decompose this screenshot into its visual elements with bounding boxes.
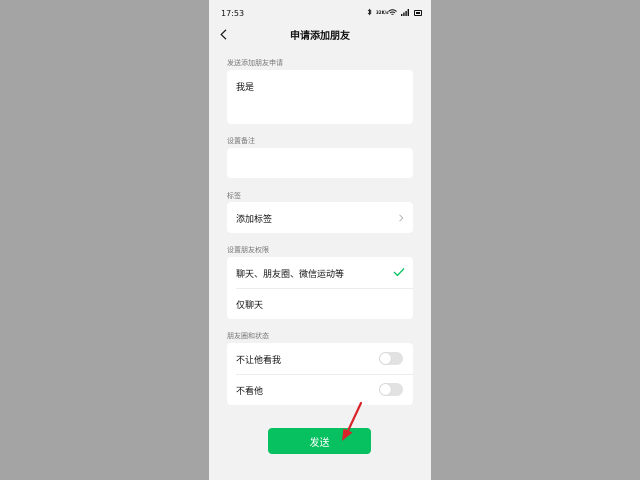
nav-bar: 申请添加朋友 (209, 24, 431, 44)
page-title: 申请添加朋友 (290, 31, 350, 42)
remark-input[interactable] (227, 148, 413, 178)
phone-screen: 17:53 32K/s 申请添加朋友 发送添加朋友申请 我是 设置备注 标签 添… (209, 0, 431, 480)
hide-my-moments-toggle[interactable] (379, 352, 403, 365)
permission-option-chat-only-label: 仅聊天 (236, 301, 264, 311)
permission-option-all-label: 聊天、朋友圈、微信运动等 (236, 270, 345, 280)
wifi-icon (388, 8, 397, 18)
moments-card: 不让他看我 不看他 (227, 343, 413, 405)
request-label: 发送添加朋友申请 (227, 59, 283, 67)
chevron-right-icon (399, 214, 404, 222)
moments-label: 朋友圈和状态 (227, 332, 269, 340)
hide-their-moments-toggle[interactable] (379, 383, 403, 396)
hide-their-moments-row: 不看他 (227, 374, 413, 405)
permission-option-all[interactable]: 聊天、朋友圈、微信运动等 (227, 257, 413, 288)
permissions-card: 聊天、朋友圈、微信运动等 仅聊天 (227, 257, 413, 319)
red-arrow-icon (342, 401, 363, 441)
bluetooth-icon (367, 8, 372, 18)
tags-label: 标签 (227, 192, 241, 200)
battery-icon (414, 10, 422, 16)
hide-my-moments-row: 不让他看我 (227, 343, 413, 374)
toggle-knob (380, 384, 391, 395)
hide-their-moments-label: 不看他 (236, 387, 264, 397)
hide-my-moments-label: 不让他看我 (236, 356, 282, 366)
signal-icon (401, 8, 410, 18)
add-tag-row[interactable]: 添加标签 (227, 202, 413, 233)
permission-option-chat-only[interactable]: 仅聊天 (227, 288, 413, 319)
add-tag-label: 添加标签 (236, 215, 273, 225)
status-bar: 17:53 32K/s (209, 0, 431, 26)
checkmark-icon (393, 268, 405, 277)
data-speed-icon: 32K/s (376, 10, 389, 15)
toggle-knob (380, 353, 391, 364)
request-message-field[interactable]: 我是 (227, 70, 413, 124)
permissions-label: 设置朋友权限 (227, 246, 269, 254)
status-time: 17:53 (221, 9, 245, 18)
request-message-text: 我是 (236, 83, 255, 93)
status-icons: 32K/s (367, 8, 422, 18)
remark-label: 设置备注 (227, 137, 255, 145)
